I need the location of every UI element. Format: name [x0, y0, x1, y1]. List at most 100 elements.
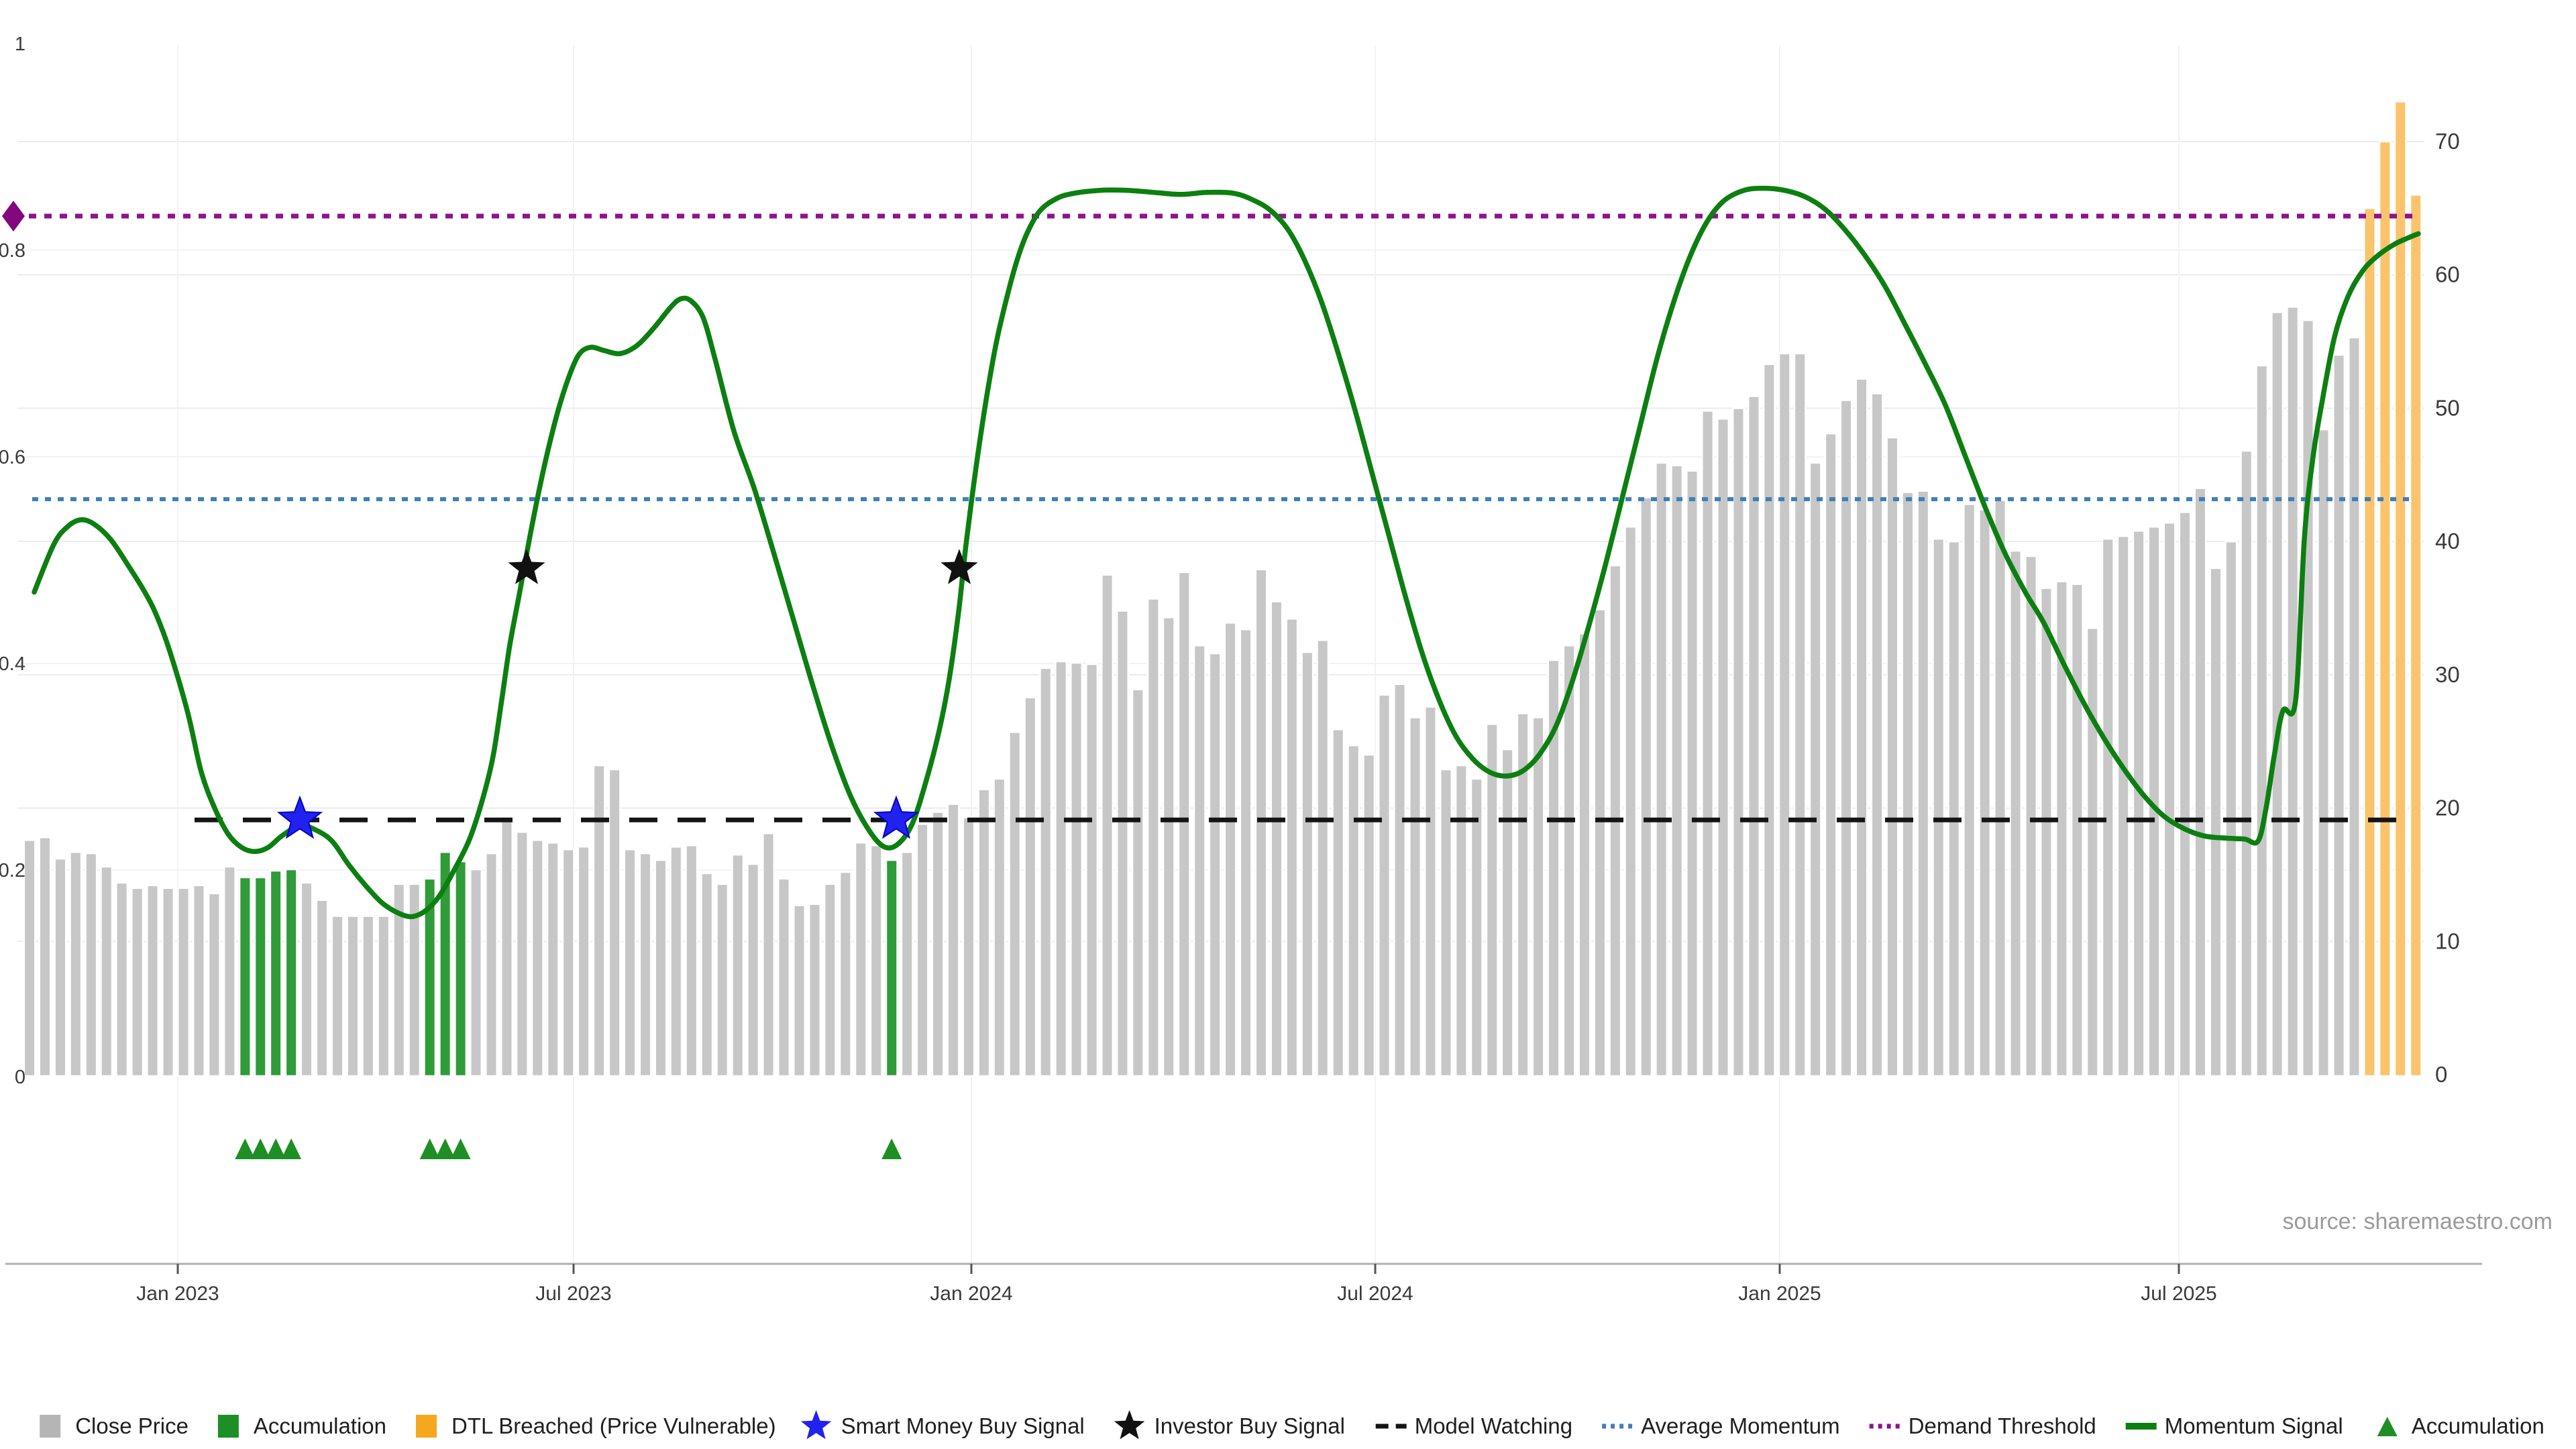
close-price-bar — [1733, 409, 1744, 1077]
close-price-bar — [24, 840, 36, 1076]
close-price-bar — [1102, 575, 1113, 1076]
close-price-bar — [578, 847, 590, 1076]
close-price-bar — [994, 779, 1006, 1076]
close-price-bar — [1225, 623, 1236, 1076]
x-axis-label: Jan 2025 — [1738, 1283, 1821, 1305]
close-price-bar — [1810, 463, 1821, 1076]
close-price-bar — [2180, 512, 2191, 1076]
legend-item-momentum-signal[interactable]: Momentum Signal — [2126, 1413, 2343, 1438]
dtl-breached-bar — [2379, 142, 2391, 1076]
legend-item-model-watching[interactable]: Model Watching — [1376, 1413, 1572, 1438]
close-price-bar — [378, 916, 390, 1077]
close-price-bar — [1902, 492, 1914, 1076]
close-price-bar — [902, 852, 913, 1076]
momentum-chart: 00.20.40.60.81010203040506070Jan 2023Jul… — [0, 0, 2576, 1449]
legend-item-accumulation[interactable]: Accumulation — [218, 1413, 386, 1438]
close-price-bar — [1933, 539, 1945, 1076]
close-price-bar — [1040, 668, 1052, 1076]
close-price-bar — [2025, 556, 2037, 1076]
legend-swatch-accumulation-tri — [2377, 1417, 2398, 1436]
close-price-bar — [1318, 640, 1329, 1076]
close-price-bar — [1764, 364, 1775, 1076]
right-axis-label: 0 — [2435, 1062, 2447, 1087]
accumulation-triangle — [881, 1138, 902, 1159]
close-price-bar — [317, 900, 328, 1076]
legend-label: Model Watching — [1415, 1413, 1572, 1438]
close-price-bar — [224, 867, 235, 1076]
price-bars — [24, 101, 2422, 1076]
close-price-bar — [2118, 536, 2129, 1076]
close-price-bar — [178, 888, 189, 1076]
close-price-bar — [1456, 765, 1467, 1076]
close-price-bar — [1363, 755, 1374, 1076]
left-axis-label: 0.4 — [0, 653, 25, 675]
legend-swatch-accumulation — [218, 1415, 239, 1438]
close-price-bar — [1471, 779, 1483, 1076]
close-price-bar — [532, 840, 543, 1076]
close-price-bar — [717, 884, 729, 1076]
accumulation-triangle — [281, 1138, 301, 1159]
close-price-bar — [209, 894, 220, 1076]
close-price-bar — [1302, 652, 1313, 1076]
momentum-chart-canvas: 00.20.40.60.81010203040506070Jan 2023Jul… — [0, 0, 2576, 1449]
legend-swatch-dtl-breached — [416, 1415, 437, 1438]
close-price-bar — [1055, 661, 1067, 1076]
close-price-bar — [2102, 539, 2114, 1076]
page: { "chart_data": { "type": "bar+line", "t… — [0, 0, 2576, 1449]
demand-threshold-diamond — [2, 201, 25, 231]
close-price-bar — [347, 916, 359, 1077]
legend-item-investor-buy[interactable]: Investor Buy Signal — [1114, 1410, 1345, 1439]
close-price-bar — [86, 853, 97, 1076]
close-price-bar — [1717, 419, 1729, 1076]
close-price-bar — [1564, 645, 1575, 1076]
close-price-bar — [1010, 732, 1021, 1076]
right-axis-label: 70 — [2435, 129, 2460, 154]
close-price-bar — [193, 885, 205, 1076]
close-price-bar — [778, 879, 790, 1076]
close-price-bar — [1148, 599, 1159, 1076]
legend-item-avg-momentum[interactable]: Average Momentum — [1602, 1413, 1840, 1438]
close-price-bar — [1841, 400, 1852, 1077]
close-price-bar — [1625, 527, 1637, 1076]
investor-buy-star — [508, 549, 545, 584]
close-price-bar — [1440, 769, 1452, 1076]
close-price-bar — [1887, 437, 1898, 1076]
dtl-breached-bar — [2410, 195, 2422, 1077]
close-price-bar — [824, 884, 836, 1076]
legend-item-dtl-breached[interactable]: DTL Breached (Price Vulnerable) — [416, 1413, 776, 1438]
accumulation-bar — [270, 871, 282, 1076]
right-axis-label: 20 — [2435, 796, 2460, 820]
accumulation-bar — [239, 877, 251, 1076]
close-price-bar — [1918, 491, 1929, 1076]
legend-item-close-price[interactable]: Close Price — [40, 1413, 189, 1438]
accumulation-bar — [455, 861, 466, 1076]
close-price-bar — [486, 853, 497, 1076]
close-price-bar — [763, 833, 774, 1076]
legend-item-demand-threshold[interactable]: Demand Threshold — [1870, 1413, 2096, 1438]
accumulation-triangle — [451, 1138, 471, 1159]
close-price-bar — [640, 853, 651, 1076]
close-price-bar — [1641, 498, 1652, 1076]
accumulation-bar — [886, 860, 898, 1076]
close-price-bar — [517, 832, 528, 1076]
close-price-bar — [1979, 510, 1990, 1077]
close-price-bar — [809, 904, 820, 1076]
legend-item-smart-money[interactable]: Smart Money Buy Signal — [801, 1410, 1085, 1439]
close-price-bar — [1825, 433, 1837, 1076]
close-price-bar — [1333, 729, 1344, 1076]
close-price-bar — [871, 845, 882, 1076]
close-price-bar — [655, 860, 667, 1076]
close-price-bar — [1025, 698, 1036, 1076]
left-axis-label: 0 — [15, 1067, 25, 1088]
left-axis-label: 1 — [15, 34, 25, 55]
close-price-bar — [1179, 572, 1190, 1076]
close-price-bar — [2041, 588, 2052, 1076]
accumulation-bar — [255, 877, 266, 1076]
legend-item-accumulation-tri[interactable]: Accumulation — [2377, 1413, 2544, 1438]
x-axis-label: Jul 2023 — [535, 1283, 611, 1305]
close-price-bar — [1656, 463, 1667, 1076]
accumulation-triangles — [235, 1138, 902, 1159]
legend: Close Price Accumulation DTL Breached (Pri… — [40, 1410, 2544, 1439]
close-price-bar — [1071, 663, 1082, 1076]
legend-label: DTL Breached (Price Vulnerable) — [451, 1413, 776, 1438]
